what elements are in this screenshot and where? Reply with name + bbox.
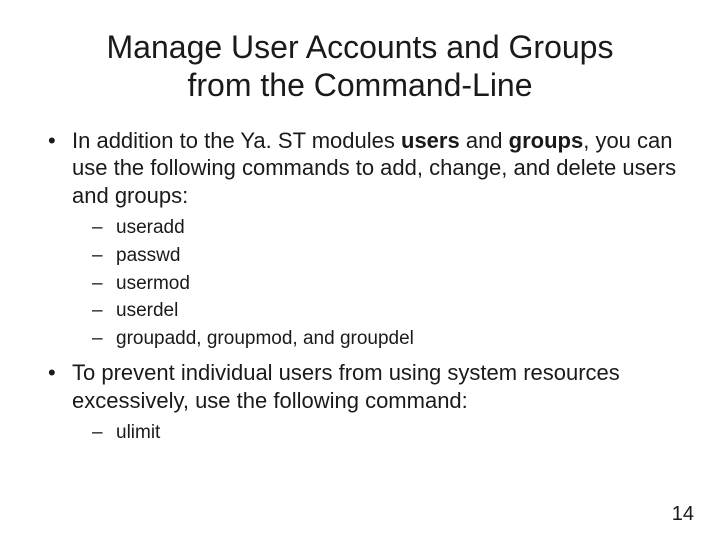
bullet2-text: To prevent individual users from using s… (72, 360, 620, 413)
title-line-2: from the Command-Line (187, 67, 532, 103)
bullet1-text-pre: In addition to the Ya. ST modules (72, 128, 401, 153)
sub-item-passwd: passwd (90, 243, 682, 269)
sub-item-group-commands: groupadd, groupmod, and groupdel (90, 326, 682, 352)
slide: Manage User Accounts and Groups from the… (0, 0, 720, 540)
bullet1-bold-users: users (401, 128, 460, 153)
bullet-item-1: In addition to the Ya. ST modules users … (44, 127, 682, 352)
page-number: 14 (672, 503, 694, 526)
sub-list-1: useradd passwd usermod userdel groupadd,… (90, 215, 682, 351)
sub-item-userdel: userdel (90, 298, 682, 324)
sub-item-useradd: useradd (90, 215, 682, 241)
bullet1-text-mid: and (460, 128, 509, 153)
bullet-list: In addition to the Ya. ST modules users … (44, 127, 682, 446)
bullet-item-2: To prevent individual users from using s… (44, 359, 682, 446)
title-line-1: Manage User Accounts and Groups (107, 29, 614, 65)
bullet1-bold-groups: groups (509, 128, 584, 153)
slide-title: Manage User Accounts and Groups from the… (38, 28, 682, 105)
sub-item-usermod: usermod (90, 271, 682, 297)
sub-list-2: ulimit (90, 420, 682, 446)
sub-item-ulimit: ulimit (90, 420, 682, 446)
